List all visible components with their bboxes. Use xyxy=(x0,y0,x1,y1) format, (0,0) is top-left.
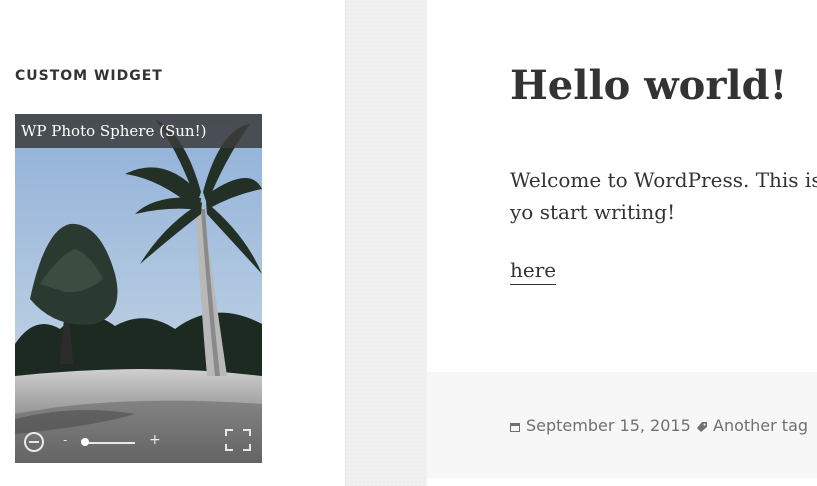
photo-sphere-viewer[interactable]: WP Photo Sphere (Sun!) - + xyxy=(15,114,262,463)
post-link[interactable]: here xyxy=(510,258,557,285)
post-date-text[interactable]: September 15, 2015 xyxy=(526,416,691,435)
tag-icon xyxy=(697,421,707,432)
zoom-out-icon[interactable] xyxy=(24,432,44,452)
viewer-controls: - + xyxy=(15,423,262,463)
calendar-icon xyxy=(510,422,520,432)
post-article: Hello world! Welcome to WordPress. This … xyxy=(427,0,817,372)
page-bottom xyxy=(427,478,817,486)
zoom-plus-label[interactable]: + xyxy=(149,432,161,448)
post-title[interactable]: Hello world! xyxy=(510,62,787,109)
photo-caption: WP Photo Sphere (Sun!) xyxy=(15,114,262,148)
fullscreen-icon[interactable] xyxy=(225,429,251,451)
sidebar: CUSTOM WIDGET WP Photo Sphere (Sun!) - + xyxy=(0,0,345,486)
zoom-minus-label[interactable]: - xyxy=(63,433,67,447)
post-body: Welcome to WordPress. This is yo start w… xyxy=(510,168,817,224)
post-tag[interactable]: Another tag xyxy=(697,416,808,435)
post-footer: September 15, 2015 Another tag xyxy=(427,372,817,478)
background-pattern xyxy=(345,0,428,486)
post-tag-text[interactable]: Another tag xyxy=(713,416,808,435)
post-date[interactable]: September 15, 2015 xyxy=(510,416,691,435)
panorama-image[interactable] xyxy=(15,114,262,463)
zoom-slider-handle[interactable] xyxy=(81,438,89,446)
widget-title: CUSTOM WIDGET xyxy=(15,68,163,84)
zoom-slider[interactable] xyxy=(85,442,135,444)
